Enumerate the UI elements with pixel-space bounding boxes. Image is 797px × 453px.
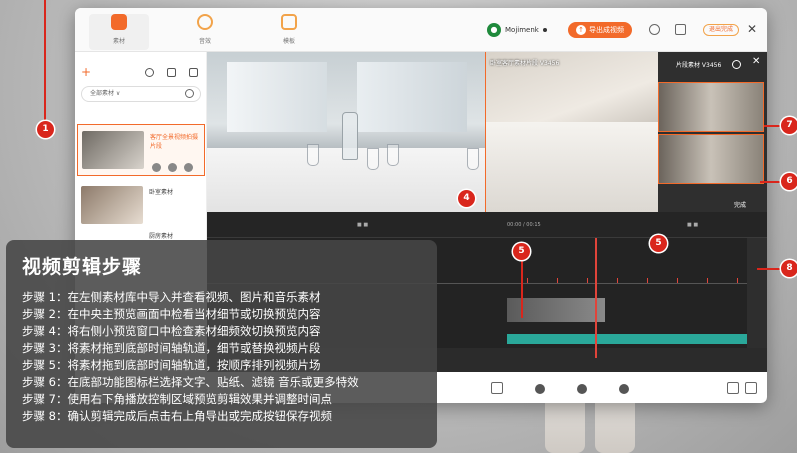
editing-steps-panel: 视频剪辑步骤 步骤 1：在左侧素材库中导入并查看视频、图片和音乐素材 步骤 2：… — [6, 240, 437, 448]
marker-5: 5 — [513, 243, 530, 260]
close-icon[interactable]: ✕ — [747, 22, 757, 36]
step-line: 步骤 2：在中央主预览画面中检看当材细节或切换预览内容 — [22, 307, 321, 321]
fullscreen-icon[interactable] — [745, 382, 757, 394]
text-tool-icon[interactable] — [491, 382, 503, 394]
clip-title: 客厅全景视频拍摄片段 — [150, 134, 199, 150]
user-account[interactable]: ● Mojimenk — [487, 22, 547, 38]
preview-window-scene — [227, 62, 327, 132]
sticker-icon[interactable] — [577, 384, 587, 394]
media-library-panel: + 全部素材 ∨ 客厅全景视频拍摄片段 卧室素材 厨房素材 — [75, 52, 207, 248]
plus-circle-icon — [197, 14, 213, 30]
bedroom-preview: 卧室客厅素材片段 V3456 — [486, 52, 658, 212]
video-camera-icon[interactable] — [535, 384, 545, 394]
filter-label: 全部素材 ∨ — [90, 90, 121, 97]
nav-tab-media[interactable]: 素材 — [89, 14, 149, 50]
settings-icon[interactable] — [649, 24, 660, 35]
user-name: Mojimenk — [505, 26, 539, 34]
search-icon[interactable] — [185, 89, 194, 98]
timeline-zoom-controls[interactable] — [747, 238, 767, 348]
close-icon[interactable]: ✕ — [752, 56, 760, 67]
media-clip-item[interactable]: 客厅全景视频拍摄片段 — [77, 124, 205, 176]
export-label: 导出成视频 — [589, 26, 624, 34]
side-panel-title: 片段素材 V3456 — [676, 62, 722, 69]
more-icon[interactable] — [184, 163, 193, 172]
steps-title: 视频剪辑步骤 — [22, 256, 143, 278]
secondary-preview[interactable]: 卧室客厅素材片段 V3456 片段素材 V3456 ✕ 完成 — [485, 52, 767, 212]
nav-tab-label: 音效 — [198, 38, 211, 45]
upload-icon: ↑ — [576, 25, 586, 35]
preview-window-scene — [357, 62, 467, 132]
template-icon — [281, 14, 297, 30]
clip-thumbnail — [82, 131, 144, 169]
marker-5: 5 — [650, 235, 667, 252]
step-line: 步骤 4：将右侧小预览窗口中检查素材细频效切换预览内容 — [22, 324, 321, 338]
clip-thumbnail — [81, 186, 143, 224]
nav-tab-label: 素材 — [112, 38, 125, 45]
add-media-icon[interactable]: + — [81, 66, 91, 78]
status-dot-icon — [542, 28, 547, 32]
import-icon[interactable] — [167, 68, 176, 77]
top-bar: 素材 音效 模板 ● Mojimenk ↑ 导出成视频 退出完成 ✕ — [75, 8, 767, 52]
preview-glass — [467, 148, 479, 170]
refresh-icon[interactable] — [145, 68, 154, 77]
nav-tab-template[interactable]: 模板 — [259, 14, 319, 50]
marker-4: 4 — [458, 190, 475, 207]
preview-glass — [307, 144, 319, 166]
step-line: 步骤 5：将素材拖到底部时间轴轨道，按顺序排列视频片场 — [22, 358, 321, 372]
step-line: 步骤 8：确认剪辑完成后点击右上角导出或完成按钮保存视频 — [22, 409, 332, 423]
home-icon — [111, 14, 127, 30]
play-icon[interactable] — [152, 163, 161, 172]
preview-thumbnail[interactable] — [658, 82, 764, 132]
preview-done-label[interactable]: 完成 — [734, 200, 746, 209]
edit-icon[interactable] — [168, 163, 177, 172]
main-preview[interactable] — [207, 52, 485, 212]
layout-icon[interactable] — [675, 24, 686, 35]
clip-title: 卧室素材 — [149, 189, 174, 196]
nav-tab-audio[interactable]: 音效 — [175, 14, 235, 50]
marker-8: 8 — [781, 260, 797, 277]
marker-6: 6 — [781, 173, 797, 190]
timeline-controls[interactable]: ■ ■ — [687, 222, 698, 228]
preview-bottle — [342, 112, 358, 160]
done-button[interactable]: 退出完成 — [703, 24, 739, 36]
filter-icon[interactable] — [619, 384, 629, 394]
media-filter-select[interactable]: 全部素材 ∨ — [81, 86, 201, 102]
playhead[interactable] — [595, 238, 597, 358]
step-line: 步骤 6：在底部功能图标栏选择文字、贴纸、滤镜 音乐或更多特效 — [22, 375, 359, 389]
preview-glass — [367, 148, 379, 170]
step-line: 步骤 7：使用右下角播放控制区域预览剪辑效果并调整时间点 — [22, 392, 332, 406]
marker-7: 7 — [781, 117, 797, 134]
play-icon[interactable] — [732, 60, 741, 69]
step-line: 步骤 1：在左侧素材库中导入并查看视频、图片和音乐素材 — [22, 290, 321, 304]
marker-1: 1 — [37, 121, 54, 138]
timeline-controls[interactable]: ■ ■ — [357, 222, 368, 228]
timecode: 00:00 / 00:15 — [507, 222, 541, 228]
split-icon[interactable] — [727, 382, 739, 394]
preview-side-panel: 片段素材 V3456 ✕ 完成 — [658, 52, 767, 212]
preview-glass — [387, 144, 399, 166]
media-clip-item[interactable]: 卧室素材 — [77, 180, 205, 232]
grid-view-icon[interactable] — [189, 68, 198, 77]
timeline-header: ■ ■ 00:00 / 00:15 ■ ■ — [207, 212, 767, 238]
audio-clip-track[interactable] — [507, 334, 747, 344]
avatar: ● — [487, 23, 501, 37]
media-toolbar: + — [75, 66, 207, 80]
nav-tab-label: 模板 — [282, 38, 295, 45]
export-button[interactable]: ↑ 导出成视频 — [568, 22, 632, 38]
preview-title: 卧室客厅素材片段 V3456 — [490, 60, 560, 67]
preview-bed-scene — [486, 122, 658, 212]
preview-thumbnail[interactable] — [658, 134, 764, 184]
step-line: 步骤 3：将素材拖到底部时间轴轨道，细节或替换视频片段 — [22, 341, 321, 355]
